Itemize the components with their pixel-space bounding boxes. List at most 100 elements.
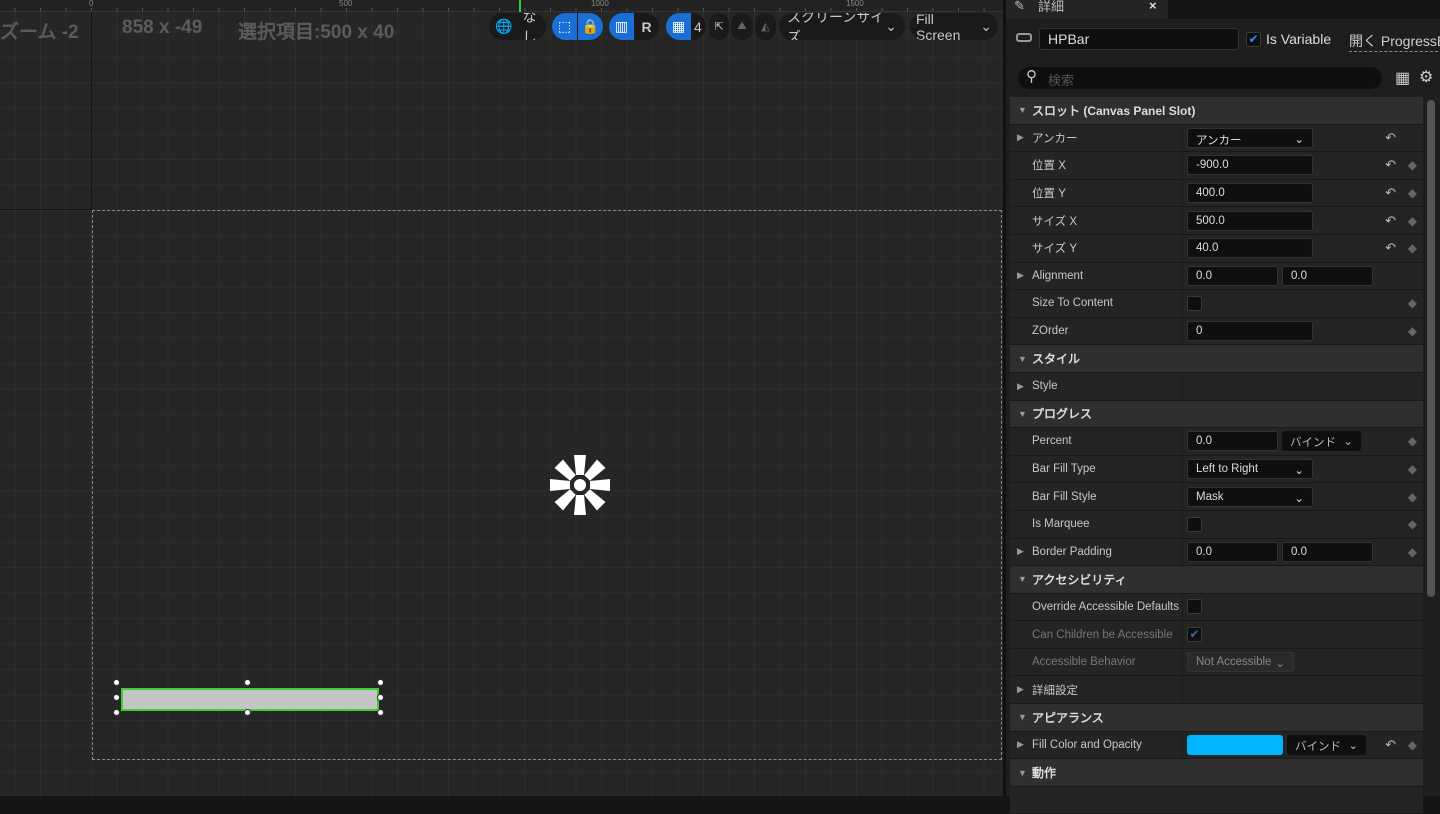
resize-handle[interactable] [244, 679, 251, 686]
resize-handle[interactable] [113, 679, 120, 686]
chevron-down-icon: ⌄ [980, 18, 992, 34]
resize-handle[interactable] [377, 679, 384, 686]
property-input[interactable]: 0.0 [1282, 265, 1373, 286]
section-header[interactable]: ▼ スロット (Canvas Panel Slot) [1010, 97, 1423, 125]
layout-mode-group[interactable]: ▥ R [609, 13, 659, 40]
property-input[interactable]: 400.0 [1187, 183, 1313, 204]
property-input[interactable]: -900.0 [1187, 155, 1313, 176]
section-header[interactable]: ▼ アピアランス [1010, 704, 1423, 732]
reset-icon[interactable]: ↶ [1385, 130, 1396, 146]
property-input[interactable]: 0.0 [1187, 431, 1278, 452]
reset-icon[interactable]: ↶ [1385, 157, 1396, 173]
caret-right-icon[interactable]: ▶ [1017, 546, 1024, 557]
section-header[interactable]: ▼ スタイル [1010, 345, 1423, 373]
property-value-cell: 0.0 バインド ⌄ [1183, 428, 1423, 455]
property-row: ▶ Alignment 0.0 0.0 [1010, 262, 1423, 291]
property-checkbox[interactable] [1187, 516, 1202, 532]
property-checkbox[interactable] [1187, 599, 1202, 615]
respect-locks-button[interactable]: R [634, 13, 659, 40]
keyframe-icon[interactable]: ◆ [1408, 214, 1417, 228]
table-view-icon[interactable]: ▦ [1395, 68, 1410, 88]
property-dropdown[interactable]: アンカー ⌄ [1187, 127, 1313, 148]
dropdown-value: Left to Right [1196, 463, 1259, 476]
tab-details[interactable]: ✎ 詳細 × [1006, 0, 1168, 19]
property-label-cell[interactable]: ▶ Border Padding [1010, 538, 1183, 566]
bind-dropdown[interactable]: バインド ⌄ [1287, 734, 1366, 755]
caret-right-icon[interactable]: ▶ [1017, 270, 1024, 281]
caret-right-icon[interactable]: ▶ [1017, 684, 1024, 695]
scrollbar[interactable] [1427, 100, 1435, 597]
property-input[interactable]: 40.0 [1187, 238, 1313, 259]
select-cursor-icon[interactable]: ⇱ [709, 13, 729, 40]
keyframe-icon[interactable]: ◆ [1408, 545, 1417, 559]
property-row: ▶ Style [1010, 372, 1423, 401]
property-value-cell: 0.0 0.0 [1183, 539, 1423, 566]
resize-handle[interactable] [377, 709, 384, 716]
property-input[interactable]: 0 [1187, 321, 1313, 342]
keyframe-icon[interactable]: ◆ [1408, 296, 1417, 310]
section-header[interactable]: ▼ 動作 [1010, 759, 1423, 787]
section-header[interactable]: ▼ アクセシビリティ [1010, 566, 1423, 594]
section-header[interactable]: ▼ プログレス [1010, 400, 1423, 429]
bind-dropdown[interactable]: バインド ⌄ [1282, 431, 1361, 452]
gear-icon[interactable]: ⚙ [1419, 67, 1433, 87]
resize-handle[interactable] [113, 709, 120, 716]
caret-down-icon: ▼ [1018, 712, 1027, 723]
origin-axis-vertical [91, 12, 92, 212]
keyframe-icon[interactable]: ◆ [1408, 517, 1417, 531]
keyframe-icon[interactable]: ◆ [1408, 186, 1417, 200]
layout-icon[interactable]: ▥ [609, 13, 634, 40]
section-label: スロット (Canvas Panel Slot) [1032, 103, 1196, 118]
caret-right-icon[interactable]: ▶ [1017, 381, 1024, 392]
property-input[interactable]: 0.0 [1187, 541, 1278, 562]
is-variable-checkbox[interactable]: ✔ [1246, 32, 1261, 47]
selection-lock-group[interactable]: ⬚ 🔒 [552, 13, 603, 40]
marquee-select-icon[interactable]: ⬚ [552, 13, 577, 40]
keyframe-icon[interactable]: ◆ [1408, 158, 1417, 172]
resize-handle[interactable] [244, 709, 251, 716]
property-label-cell[interactable]: ▶ アンカー [1010, 124, 1183, 152]
lock-icon[interactable]: 🔒 [577, 13, 603, 40]
flip-icon[interactable]: ◭ [755, 13, 776, 40]
fill-screen-dropdown[interactable]: Fill Screen ⌄ [910, 13, 998, 40]
reset-icon[interactable]: ↶ [1385, 240, 1396, 256]
hpbar-progress-widget[interactable] [121, 688, 379, 711]
property-row: Bar Fill Type Left to Right ⌄ ◆ [1010, 455, 1423, 484]
image-icon[interactable]: ⛰ [731, 13, 753, 40]
localization-toggle[interactable]: 🌐 なし [489, 13, 546, 40]
keyframe-icon[interactable]: ◆ [1408, 324, 1417, 338]
grid-snap-value[interactable]: 4 [691, 13, 705, 40]
designer-canvas[interactable]: 0 500 1000 1500 ズーム -2 858 x -49 選択項目:50… [0, 0, 1003, 796]
caret-right-icon[interactable]: ▶ [1017, 132, 1024, 143]
widget-name-input[interactable]: HPBar [1039, 28, 1239, 50]
screen-size-dropdown[interactable]: スクリーンサイズ ⌄ [779, 13, 905, 40]
open-progressbar-link[interactable]: 開く ProgressBar [1349, 31, 1440, 52]
property-label-cell[interactable]: ▶ 詳細設定 [1010, 676, 1183, 704]
property-checkbox[interactable] [1187, 295, 1202, 311]
property-dropdown[interactable]: Left to Right ⌄ [1187, 459, 1313, 480]
property-input[interactable]: 0.0 [1282, 541, 1373, 562]
close-icon[interactable]: × [1149, 0, 1157, 13]
keyframe-icon[interactable]: ◆ [1408, 490, 1417, 504]
grid-snap-group[interactable]: ▦ 4 [666, 13, 706, 40]
keyframe-icon[interactable]: ◆ [1408, 241, 1417, 255]
property-row: サイズ Y 40.0 ↶ ◆ [1010, 234, 1423, 263]
resize-handle[interactable] [377, 694, 384, 701]
property-label-cell[interactable]: ▶ Style [1010, 372, 1183, 400]
color-swatch[interactable] [1187, 734, 1283, 755]
caret-right-icon[interactable]: ▶ [1017, 739, 1024, 750]
grid-icon[interactable]: ▦ [666, 13, 691, 40]
property-label-cell[interactable]: ▶ Fill Color and Opacity [1010, 731, 1183, 759]
property-input[interactable]: 0.0 [1187, 265, 1278, 286]
keyframe-icon[interactable]: ◆ [1408, 738, 1417, 752]
reset-icon[interactable]: ↶ [1385, 185, 1396, 201]
search-input[interactable]: 検索 [1018, 67, 1382, 89]
reset-icon[interactable]: ↶ [1385, 737, 1396, 753]
keyframe-icon[interactable]: ◆ [1408, 462, 1417, 476]
reset-icon[interactable]: ↶ [1385, 213, 1396, 229]
property-dropdown[interactable]: Mask ⌄ [1187, 486, 1313, 507]
resize-handle[interactable] [113, 694, 120, 701]
keyframe-icon[interactable]: ◆ [1408, 434, 1417, 448]
property-label-cell[interactable]: ▶ Alignment [1010, 262, 1183, 290]
property-input[interactable]: 500.0 [1187, 210, 1313, 231]
